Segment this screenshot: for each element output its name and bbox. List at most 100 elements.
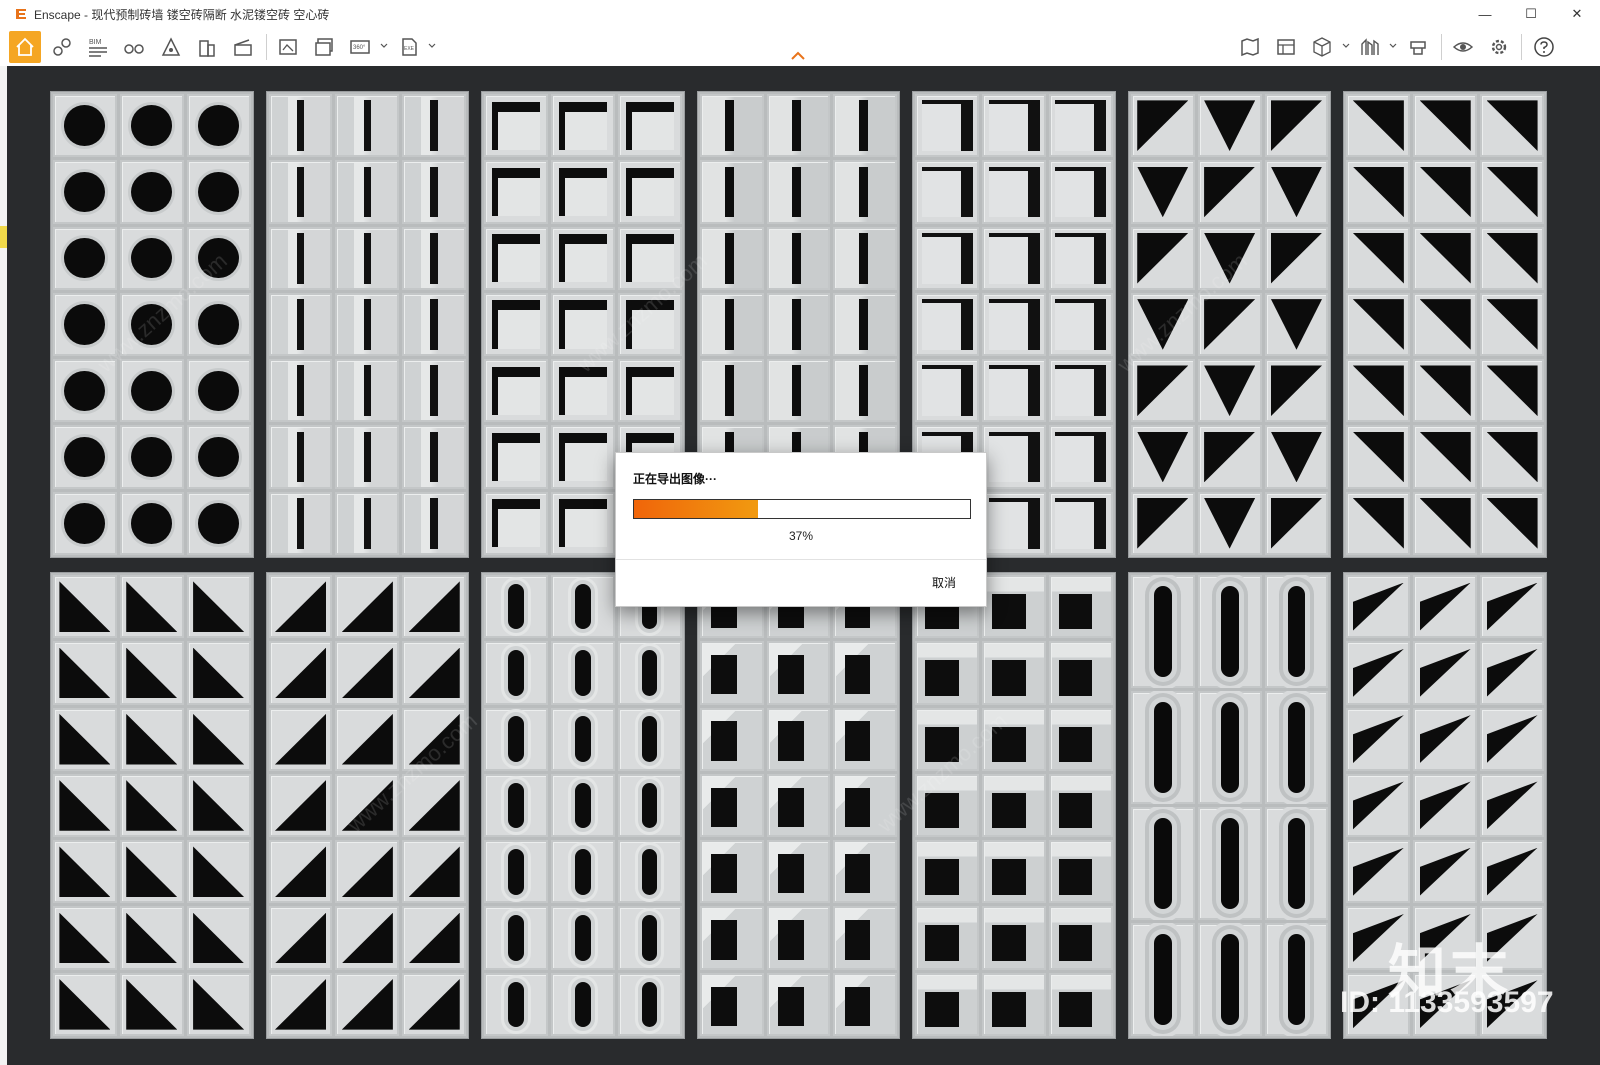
brick-block bbox=[833, 840, 898, 904]
bim-button[interactable]: BIM bbox=[82, 31, 114, 63]
sound-button[interactable] bbox=[155, 31, 187, 63]
brick-block bbox=[1197, 226, 1262, 290]
brick-panel-box bbox=[912, 572, 1116, 1039]
toolbar-separator bbox=[1441, 34, 1442, 60]
brick-block bbox=[119, 359, 184, 423]
brick-block bbox=[53, 491, 117, 555]
background-app-edge bbox=[0, 66, 7, 1065]
brick-block bbox=[484, 840, 548, 904]
brick-block bbox=[484, 641, 548, 705]
brick-block bbox=[119, 292, 184, 357]
brick-block bbox=[1264, 160, 1329, 224]
settings-button[interactable] bbox=[1483, 31, 1515, 63]
brick-block bbox=[766, 840, 831, 904]
close-button[interactable]: ✕ bbox=[1554, 0, 1600, 28]
asset-library-button[interactable] bbox=[1270, 31, 1302, 63]
progress-bar-fill bbox=[634, 500, 759, 518]
minimize-button[interactable]: — bbox=[1462, 0, 1508, 28]
brick-block bbox=[1346, 840, 1411, 904]
render-settings-button[interactable] bbox=[1402, 31, 1434, 63]
brick-block bbox=[186, 707, 251, 771]
chevron-down-icon[interactable] bbox=[428, 42, 436, 50]
export-exe-button[interactable]: EXE bbox=[393, 31, 425, 63]
brick-block bbox=[915, 226, 980, 290]
brick-panel-oval bbox=[1127, 572, 1332, 1039]
brick-block bbox=[1480, 94, 1544, 158]
visibility-icon bbox=[1452, 42, 1474, 52]
binoculars-button[interactable] bbox=[118, 31, 150, 63]
brick-block bbox=[1197, 491, 1262, 555]
brick-block bbox=[1197, 425, 1262, 489]
brick-block bbox=[268, 575, 333, 639]
brick-block bbox=[617, 773, 682, 838]
brick-block bbox=[699, 359, 764, 423]
brick-block bbox=[699, 292, 764, 357]
brick-block bbox=[53, 292, 117, 357]
walk-mode-button[interactable] bbox=[46, 31, 78, 63]
home-button[interactable] bbox=[9, 31, 41, 63]
brick-block bbox=[484, 906, 548, 970]
brick-block bbox=[1264, 923, 1329, 1036]
brick-block bbox=[1048, 94, 1113, 158]
brick-block bbox=[1346, 425, 1411, 489]
brick-block bbox=[1413, 575, 1478, 639]
chevron-down-icon[interactable] bbox=[380, 42, 388, 50]
maximize-button[interactable]: ☐ bbox=[1508, 0, 1554, 28]
brick-block bbox=[1413, 707, 1478, 771]
brick-block bbox=[1130, 226, 1195, 290]
cancel-button[interactable]: 取消 bbox=[932, 574, 956, 591]
brick-block bbox=[1480, 160, 1544, 224]
brick-block bbox=[699, 972, 764, 1036]
map-button[interactable] bbox=[1234, 31, 1266, 63]
building-button[interactable] bbox=[191, 31, 223, 63]
brick-block bbox=[484, 575, 548, 639]
brick-block bbox=[982, 707, 1046, 771]
gear-icon bbox=[1491, 39, 1507, 55]
help-icon bbox=[1534, 37, 1554, 57]
brick-block bbox=[268, 491, 333, 555]
brick-block bbox=[766, 707, 831, 771]
brick-block bbox=[119, 575, 184, 639]
building-icon bbox=[199, 40, 215, 57]
brick-block bbox=[335, 707, 400, 771]
brick-panel-tri-c bbox=[265, 572, 470, 1039]
atmosphere-button[interactable] bbox=[1354, 31, 1386, 63]
brick-block bbox=[186, 94, 251, 158]
brick-block bbox=[766, 292, 831, 357]
brick-block bbox=[766, 972, 831, 1036]
visibility-button[interactable] bbox=[1447, 31, 1479, 63]
brick-block bbox=[915, 94, 980, 158]
brick-block bbox=[268, 641, 333, 705]
brick-block bbox=[982, 773, 1046, 838]
panorama-button[interactable]: 360° bbox=[344, 31, 376, 63]
brick-block bbox=[550, 641, 615, 705]
brick-block bbox=[833, 972, 898, 1036]
brick-block bbox=[186, 160, 251, 224]
help-button[interactable] bbox=[1528, 31, 1560, 63]
screenshot-button[interactable] bbox=[272, 31, 304, 63]
brick-block bbox=[1480, 840, 1544, 904]
brick-block bbox=[484, 359, 548, 423]
brick-block bbox=[699, 773, 764, 838]
brick-block bbox=[1048, 575, 1113, 639]
chevron-down-icon[interactable] bbox=[1342, 42, 1350, 50]
batch-render-button[interactable] bbox=[308, 31, 340, 63]
brick-block bbox=[119, 226, 184, 290]
brick-block bbox=[617, 292, 682, 357]
view-cube-button[interactable] bbox=[1306, 31, 1338, 63]
brick-block bbox=[550, 94, 615, 158]
brick-block bbox=[119, 840, 184, 904]
brick-block bbox=[484, 707, 548, 771]
brick-block bbox=[617, 906, 682, 970]
brick-block bbox=[1197, 923, 1262, 1036]
brick-block bbox=[268, 773, 333, 838]
brick-block bbox=[833, 773, 898, 838]
chevron-down-icon[interactable] bbox=[1389, 42, 1397, 50]
clapboard-button[interactable] bbox=[227, 31, 259, 63]
brick-block bbox=[268, 226, 333, 290]
brick-block bbox=[1197, 94, 1262, 158]
enscape-logo-icon bbox=[16, 9, 26, 19]
collapse-toolbar-chevron-icon[interactable] bbox=[790, 51, 806, 61]
brick-block bbox=[1346, 641, 1411, 705]
window-title: Enscape - 现代预制砖墙 镂空砖隔断 水泥镂空砖 空心砖 bbox=[34, 7, 330, 22]
